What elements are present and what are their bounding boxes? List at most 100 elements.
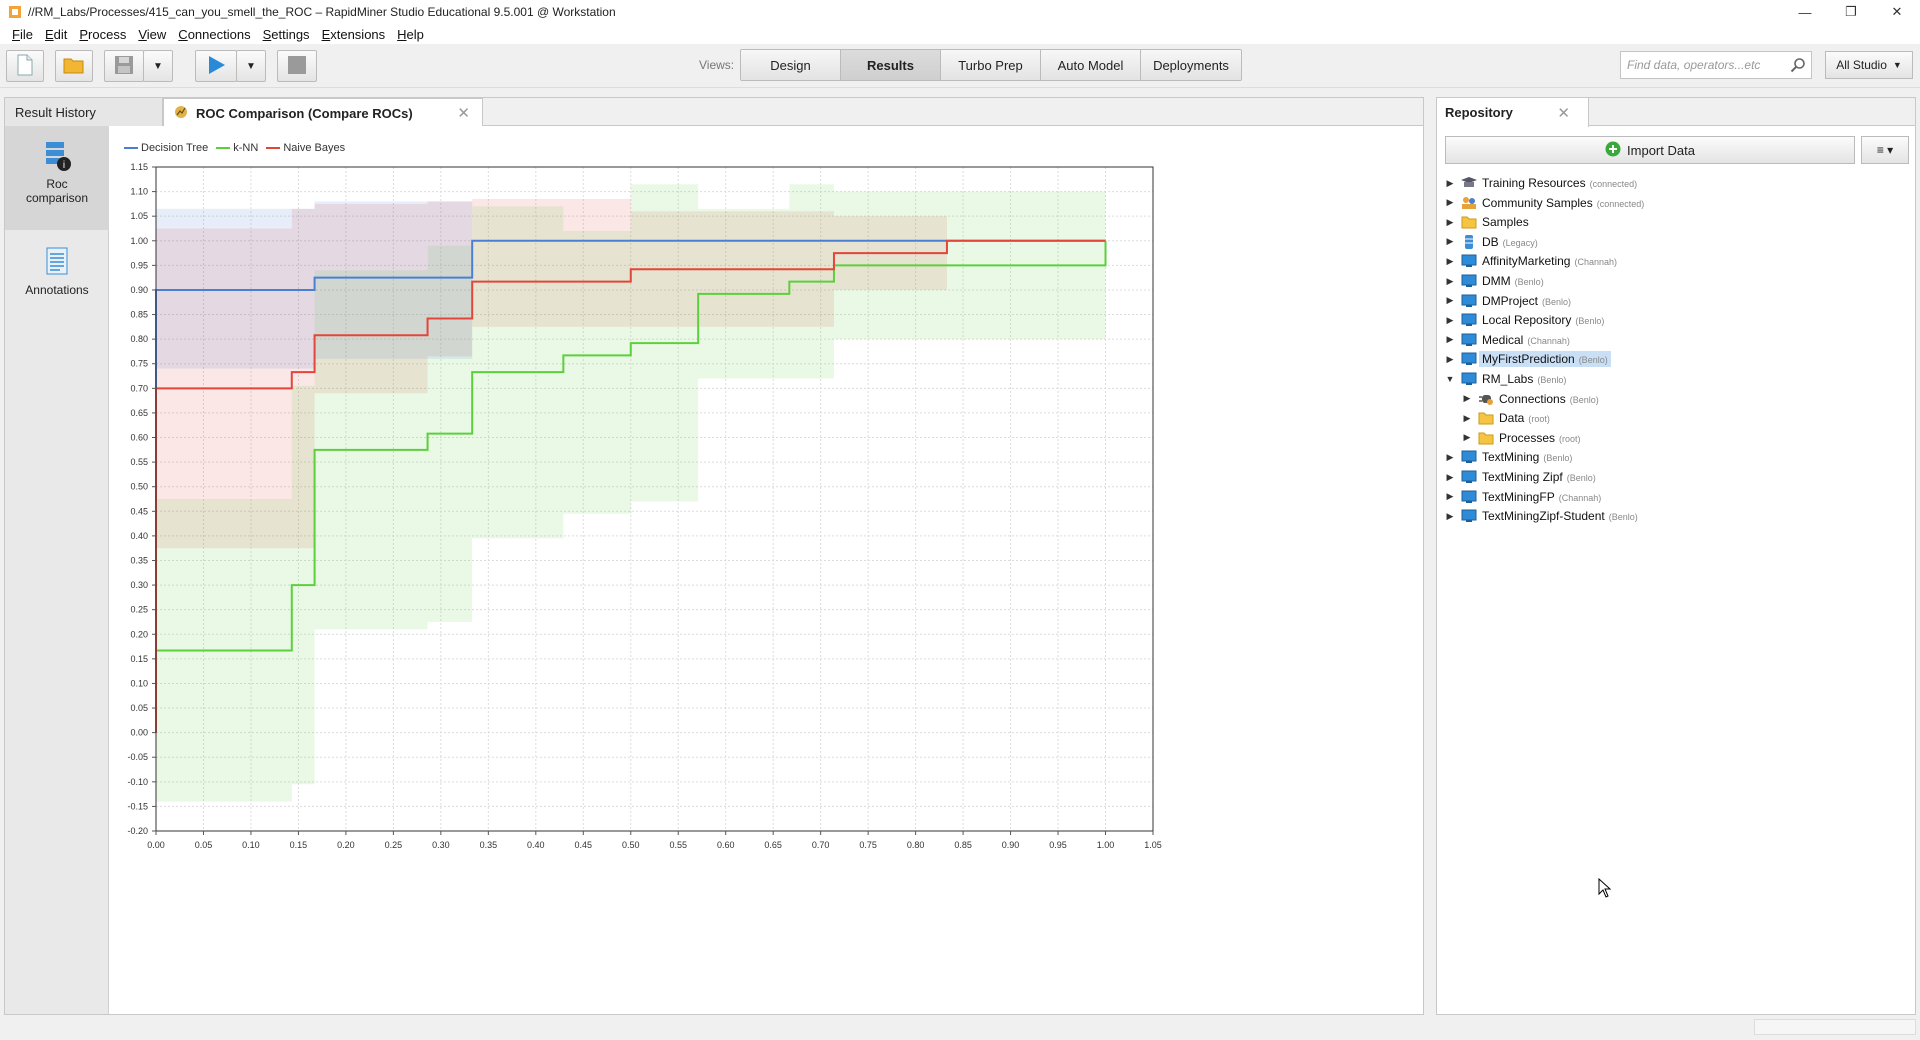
tab-roc-comparison[interactable]: ROC Comparison (Compare ROCs) ✕ xyxy=(163,98,483,127)
database-icon xyxy=(1461,234,1477,249)
collapsed-arrow-icon[interactable]: ▶ xyxy=(1445,256,1455,267)
collapsed-arrow-icon[interactable]: ▶ xyxy=(1462,393,1472,404)
collapsed-arrow-icon[interactable]: ▶ xyxy=(1445,315,1455,326)
all-studio-dropdown[interactable]: All Studio ▼ xyxy=(1825,51,1913,79)
x-tick-label: 0.80 xyxy=(907,840,925,850)
repo-item-owner: (Benlo) xyxy=(1543,453,1573,464)
new-process-button[interactable] xyxy=(6,50,44,82)
tab-repository[interactable]: Repository ✕ xyxy=(1437,98,1589,127)
repository-menu-button[interactable]: ≡ ▾ xyxy=(1861,136,1909,164)
monitor-icon xyxy=(1461,313,1477,327)
menu-help[interactable]: Help xyxy=(391,27,430,42)
repo-item-label: Processes xyxy=(1499,430,1556,445)
tab-result-history[interactable]: Result History xyxy=(5,98,163,126)
y-tick-label: 0.80 xyxy=(130,334,148,344)
collapsed-arrow-icon[interactable]: ▶ xyxy=(1445,276,1455,287)
run-process-button[interactable] xyxy=(195,50,237,82)
menu-settings[interactable]: Settings xyxy=(257,27,316,42)
collapsed-arrow-icon[interactable]: ▶ xyxy=(1445,217,1455,228)
status-bar xyxy=(1754,1019,1916,1035)
repo-item-owner: (root) xyxy=(1528,414,1550,425)
repo-item-label-wrap: DMM (Benlo) xyxy=(1482,274,1544,288)
results-tabs: Result History ROC Comparison (Compare R… xyxy=(5,98,1423,127)
folder-icon xyxy=(1478,411,1494,425)
folder-icon xyxy=(1461,215,1477,229)
x-tick-label: 0.75 xyxy=(859,840,877,850)
repo-item-label: TextMiningFP xyxy=(1482,489,1555,504)
tab-repository-label: Repository xyxy=(1445,105,1513,120)
import-data-button[interactable]: Import Data xyxy=(1445,136,1855,164)
collapsed-arrow-icon[interactable]: ▶ xyxy=(1445,334,1455,345)
svg-text:i: i xyxy=(63,160,65,171)
repo-item-label-wrap: DMProject (Benlo) xyxy=(1482,294,1571,308)
repo-item-owner: (Channah) xyxy=(1527,335,1570,346)
monitor-icon xyxy=(1461,509,1477,523)
y-tick-label: 0.30 xyxy=(130,580,148,590)
close-icon[interactable]: ✕ xyxy=(1557,104,1570,122)
view-design-button[interactable]: Design xyxy=(741,50,841,80)
collapsed-arrow-icon[interactable]: ▶ xyxy=(1462,413,1472,424)
repo-item-owner: (Channah) xyxy=(1558,492,1602,503)
repo-item-label: RM_Labs xyxy=(1482,372,1534,386)
side-item-annotations[interactable]: Annotations xyxy=(5,246,109,316)
x-tick-label: 0.65 xyxy=(764,840,782,850)
stop-process-button[interactable] xyxy=(277,50,317,82)
repo-item-textminingzipf-student[interactable]: ▶ TextMiningZipf-Student (Benlo) xyxy=(1445,505,1638,527)
x-tick-label: 0.15 xyxy=(290,840,308,850)
collapsed-arrow-icon[interactable]: ▶ xyxy=(1445,236,1455,247)
y-tick-label: -0.05 xyxy=(127,752,148,762)
result-view-selector: i Roc comparison Annotations xyxy=(5,126,109,1014)
close-icon[interactable]: ✕ xyxy=(457,104,470,122)
results-panel: Result History ROC Comparison (Compare R… xyxy=(4,97,1424,1015)
menu-connections[interactable]: Connections xyxy=(172,27,256,42)
repo-item-owner: (Benlo) xyxy=(1537,375,1567,385)
repo-item-label-wrap: TextMining (Benlo) xyxy=(1482,450,1572,464)
close-window-button[interactable]: ✕ xyxy=(1874,0,1920,24)
new-document-icon xyxy=(16,54,34,79)
repo-item-label: TextMiningZipf-Student xyxy=(1482,509,1605,524)
open-process-button[interactable] xyxy=(55,50,93,82)
collapsed-arrow-icon[interactable]: ▶ xyxy=(1445,197,1455,208)
menu-edit[interactable]: Edit xyxy=(39,27,73,42)
view-auto-model-button[interactable]: Auto Model xyxy=(1041,50,1141,80)
repo-item-label: TextMining xyxy=(1482,450,1540,465)
x-tick-label: 0.20 xyxy=(337,840,355,850)
collapsed-arrow-icon[interactable]: ▶ xyxy=(1445,178,1455,189)
collapsed-arrow-icon[interactable]: ▶ xyxy=(1445,452,1455,463)
side-item-roc-label-2: comparison xyxy=(25,191,89,205)
y-tick-label: 0.10 xyxy=(130,678,148,688)
global-search-input[interactable]: Find data, operators...etc xyxy=(1620,51,1812,79)
side-item-roc-comparison[interactable]: i Roc comparison xyxy=(5,126,109,230)
collapsed-arrow-icon[interactable]: ▶ xyxy=(1445,472,1455,483)
collapsed-arrow-icon[interactable]: ▶ xyxy=(1445,354,1455,365)
collapsed-arrow-icon[interactable]: ▶ xyxy=(1445,295,1455,306)
menu-extensions[interactable]: Extensions xyxy=(316,27,392,42)
repo-item-owner: (Benlo) xyxy=(1575,316,1605,327)
restore-button[interactable]: ❐ xyxy=(1828,0,1874,24)
expanded-arrow-icon[interactable]: ▼ xyxy=(1445,374,1455,384)
repo-item-owner: (connected) xyxy=(1596,198,1645,209)
roc-chart-area: Decision Tree k-NN Naive Bayes 0.00 0.05 0… xyxy=(110,126,1423,1014)
menu-view[interactable]: View xyxy=(132,27,172,42)
view-deployments-button[interactable]: Deployments xyxy=(1141,50,1241,80)
views-label: Views: xyxy=(699,58,735,72)
repo-item-label-wrap: RM_Labs (Benlo) xyxy=(1482,372,1566,386)
run-dropdown-button[interactable]: ▼ xyxy=(236,50,266,82)
collapsed-arrow-icon[interactable]: ▶ xyxy=(1445,491,1455,502)
save-dropdown-button[interactable]: ▼ xyxy=(143,50,173,82)
monitor-icon xyxy=(1461,490,1477,504)
view-turbo-prep-button[interactable]: Turbo Prep xyxy=(941,50,1041,80)
import-data-label: Import Data xyxy=(1627,142,1695,158)
repo-item-label-wrap: MyFirstPrediction (Benlo) xyxy=(1479,351,1611,368)
menu-file[interactable]: File xyxy=(6,27,39,42)
repo-item-owner: (Benlo) xyxy=(1566,473,1596,483)
save-button[interactable] xyxy=(104,50,144,82)
view-results-button[interactable]: Results xyxy=(841,50,941,80)
menu-process[interactable]: Process xyxy=(73,27,132,42)
collapsed-arrow-icon[interactable]: ▶ xyxy=(1462,432,1472,443)
collapsed-arrow-icon[interactable]: ▶ xyxy=(1445,511,1455,522)
search-icon[interactable] xyxy=(1790,57,1806,73)
confidence-band xyxy=(291,208,315,369)
minimize-button[interactable]: — xyxy=(1782,0,1828,24)
repo-item-label-wrap: Samples xyxy=(1482,215,1529,229)
